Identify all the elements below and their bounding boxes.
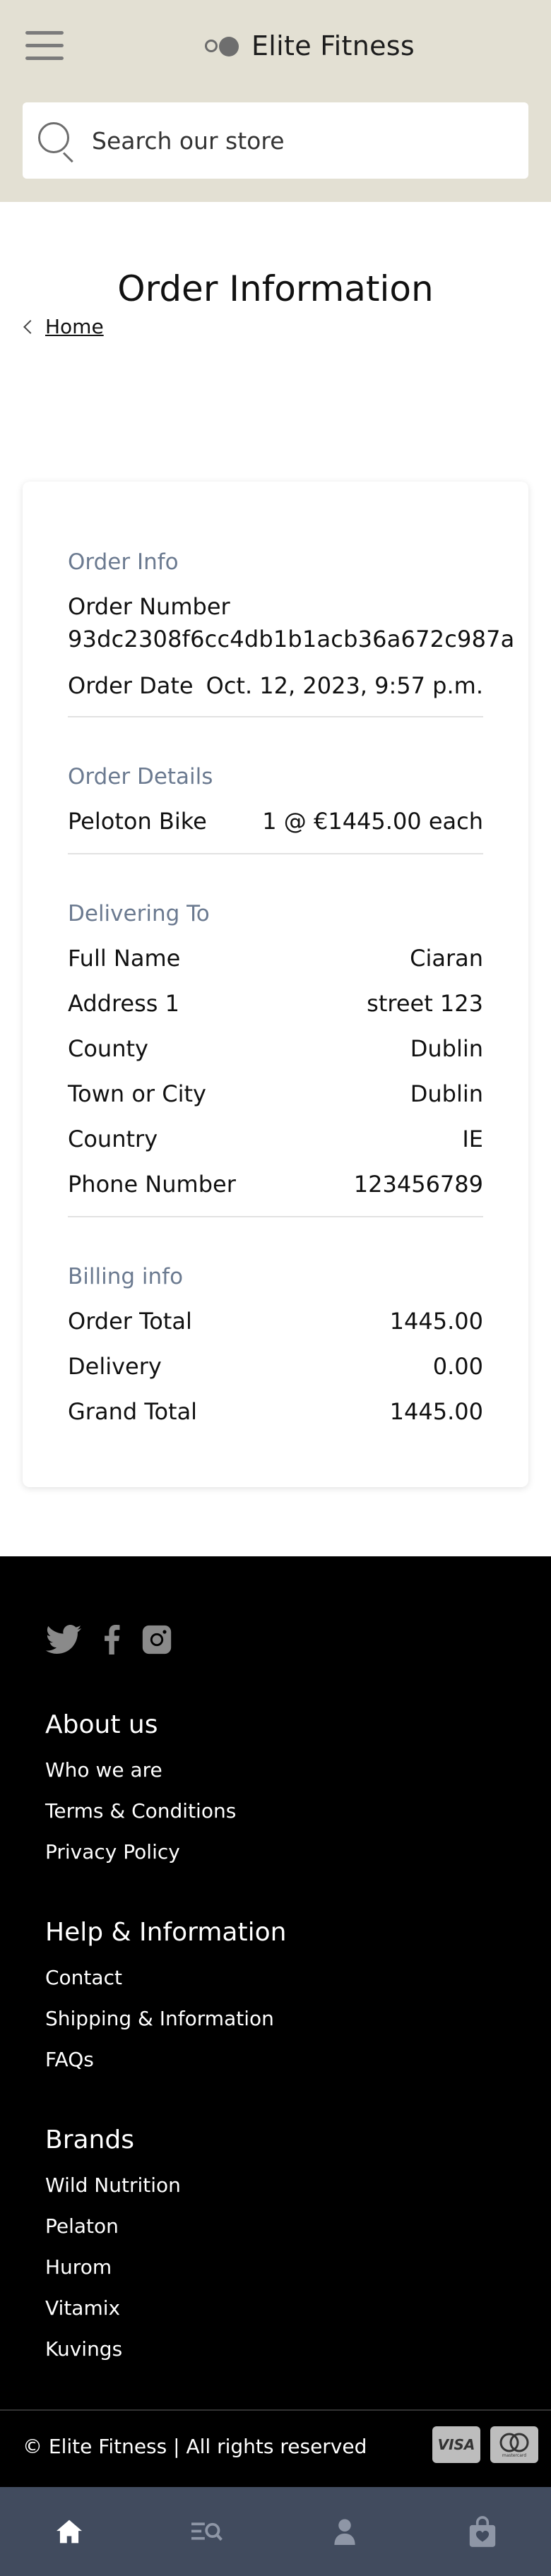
full-name-label: Full Name — [68, 945, 181, 972]
footer-link-who-we-are[interactable]: Who we are — [45, 1758, 162, 1782]
svg-text:mastercard: mastercard — [502, 2453, 526, 2458]
help-information-title: Help & Information — [45, 1918, 287, 1947]
county-value: Dublin — [410, 1035, 483, 1062]
footer-link-contact[interactable]: Contact — [45, 1966, 122, 1989]
site-header: Elite Fitness — [0, 0, 551, 202]
order-card: Order Info Order Number 93dc2308f6cc4db1… — [23, 482, 528, 1487]
billing-info-title: Billing info — [68, 1264, 184, 1289]
phone-row: Phone Number 123456789 — [68, 1171, 483, 1198]
footer-link-faqs[interactable]: FAQs — [45, 2048, 94, 2071]
site-footer: About us Who we are Terms & Conditions P… — [0, 1556, 551, 2487]
order-number-label: Order Number — [68, 593, 230, 620]
order-date-row: Order Date Oct. 12, 2023, 9:57 p.m. — [68, 672, 483, 699]
address-label: Address 1 — [68, 990, 179, 1017]
account-icon[interactable] — [333, 2518, 355, 2545]
search-list-icon[interactable] — [191, 2520, 223, 2543]
twitter-icon[interactable] — [45, 1625, 82, 1654]
county-row: County Dublin — [68, 1035, 483, 1062]
country-value: IE — [462, 1126, 483, 1152]
footer-link-privacy[interactable]: Privacy Policy — [45, 1840, 180, 1864]
footer-link-kuvings[interactable]: Kuvings — [45, 2337, 122, 2361]
footer-link-vitamix[interactable]: Vitamix — [45, 2296, 120, 2320]
full-name-value: Ciaran — [410, 945, 483, 972]
order-date-value: Oct. 12, 2023, 9:57 p.m. — [206, 672, 483, 699]
nav-search[interactable] — [138, 2487, 276, 2576]
divider — [68, 716, 483, 717]
brands-title: Brands — [45, 2125, 134, 2154]
grand-total-row: Grand Total 1445.00 — [68, 1398, 483, 1425]
visa-card-icon: VISA — [432, 2426, 480, 2463]
order-details-title: Order Details — [68, 764, 213, 789]
menu-icon[interactable] — [25, 31, 64, 61]
breadcrumb-home-link[interactable]: Home — [45, 315, 104, 338]
search-icon[interactable] — [37, 121, 76, 163]
phone-value: 123456789 — [353, 1171, 483, 1198]
facebook-icon[interactable] — [103, 1625, 120, 1654]
footer-link-pelaton[interactable]: Pelaton — [45, 2214, 119, 2238]
home-icon[interactable] — [55, 2519, 83, 2544]
bag-icon[interactable] — [468, 2516, 497, 2547]
search-bar[interactable] — [23, 102, 528, 179]
order-date-label: Order Date — [68, 672, 194, 699]
full-name-row: Full Name Ciaran — [68, 945, 483, 972]
payment-methods: VISA mastercard — [422, 2426, 538, 2463]
delivery-label: Delivery — [68, 1353, 162, 1380]
about-us-title: About us — [45, 1710, 158, 1739]
divider — [68, 1216, 483, 1217]
order-item-row: Peloton Bike 1 @ €1445.00 each — [68, 808, 483, 835]
address-row: Address 1 street 123 — [68, 990, 483, 1017]
item-qty-price: 1 @ €1445.00 each — [262, 808, 483, 835]
breadcrumb: Home — [23, 315, 104, 338]
copyright-text: © Elite Fitness | All rights reserved — [23, 2435, 367, 2458]
mastercard-icon: mastercard — [490, 2426, 538, 2463]
order-total-row: Order Total 1445.00 — [68, 1308, 483, 1335]
chevron-left-icon — [23, 319, 37, 334]
town-label: Town or City — [68, 1080, 206, 1107]
footer-link-wild-nutrition[interactable]: Wild Nutrition — [45, 2174, 181, 2197]
order-number-value: 93dc2308f6cc4db1b1acb36a672c987a — [68, 626, 515, 652]
order-total-label: Order Total — [68, 1308, 192, 1335]
county-label: County — [68, 1035, 148, 1062]
footer-link-shipping[interactable]: Shipping & Information — [45, 2007, 274, 2030]
nav-account[interactable] — [276, 2487, 413, 2576]
grand-total-label: Grand Total — [68, 1398, 198, 1425]
logo-icon — [205, 35, 242, 56]
bottom-nav — [0, 2487, 551, 2576]
country-label: Country — [68, 1126, 158, 1152]
footer-link-hurom[interactable]: Hurom — [45, 2255, 112, 2279]
town-row: Town or City Dublin — [68, 1080, 483, 1107]
nav-home[interactable] — [0, 2487, 138, 2576]
search-input[interactable] — [92, 126, 516, 155]
order-total-value: 1445.00 — [389, 1308, 483, 1335]
page-title: Order Information — [117, 268, 434, 309]
footer-link-terms[interactable]: Terms & Conditions — [45, 1799, 236, 1823]
delivery-value: 0.00 — [432, 1353, 483, 1380]
footer-divider — [0, 2409, 551, 2411]
divider — [68, 853, 483, 854]
delivering-to-title: Delivering To — [68, 901, 210, 926]
nav-bag[interactable] — [413, 2487, 551, 2576]
order-info-title: Order Info — [68, 549, 179, 575]
instagram-icon[interactable] — [141, 1624, 172, 1655]
country-row: Country IE — [68, 1126, 483, 1152]
town-value: Dublin — [410, 1080, 483, 1107]
brand-name: Elite Fitness — [251, 30, 415, 61]
delivery-row: Delivery 0.00 — [68, 1353, 483, 1380]
phone-label: Phone Number — [68, 1171, 236, 1198]
social-links — [45, 1624, 194, 1655]
grand-total-value: 1445.00 — [389, 1398, 483, 1425]
address-value: street 123 — [367, 990, 483, 1017]
item-name: Peloton Bike — [68, 808, 207, 835]
brand-logo[interactable]: Elite Fitness — [205, 25, 415, 66]
